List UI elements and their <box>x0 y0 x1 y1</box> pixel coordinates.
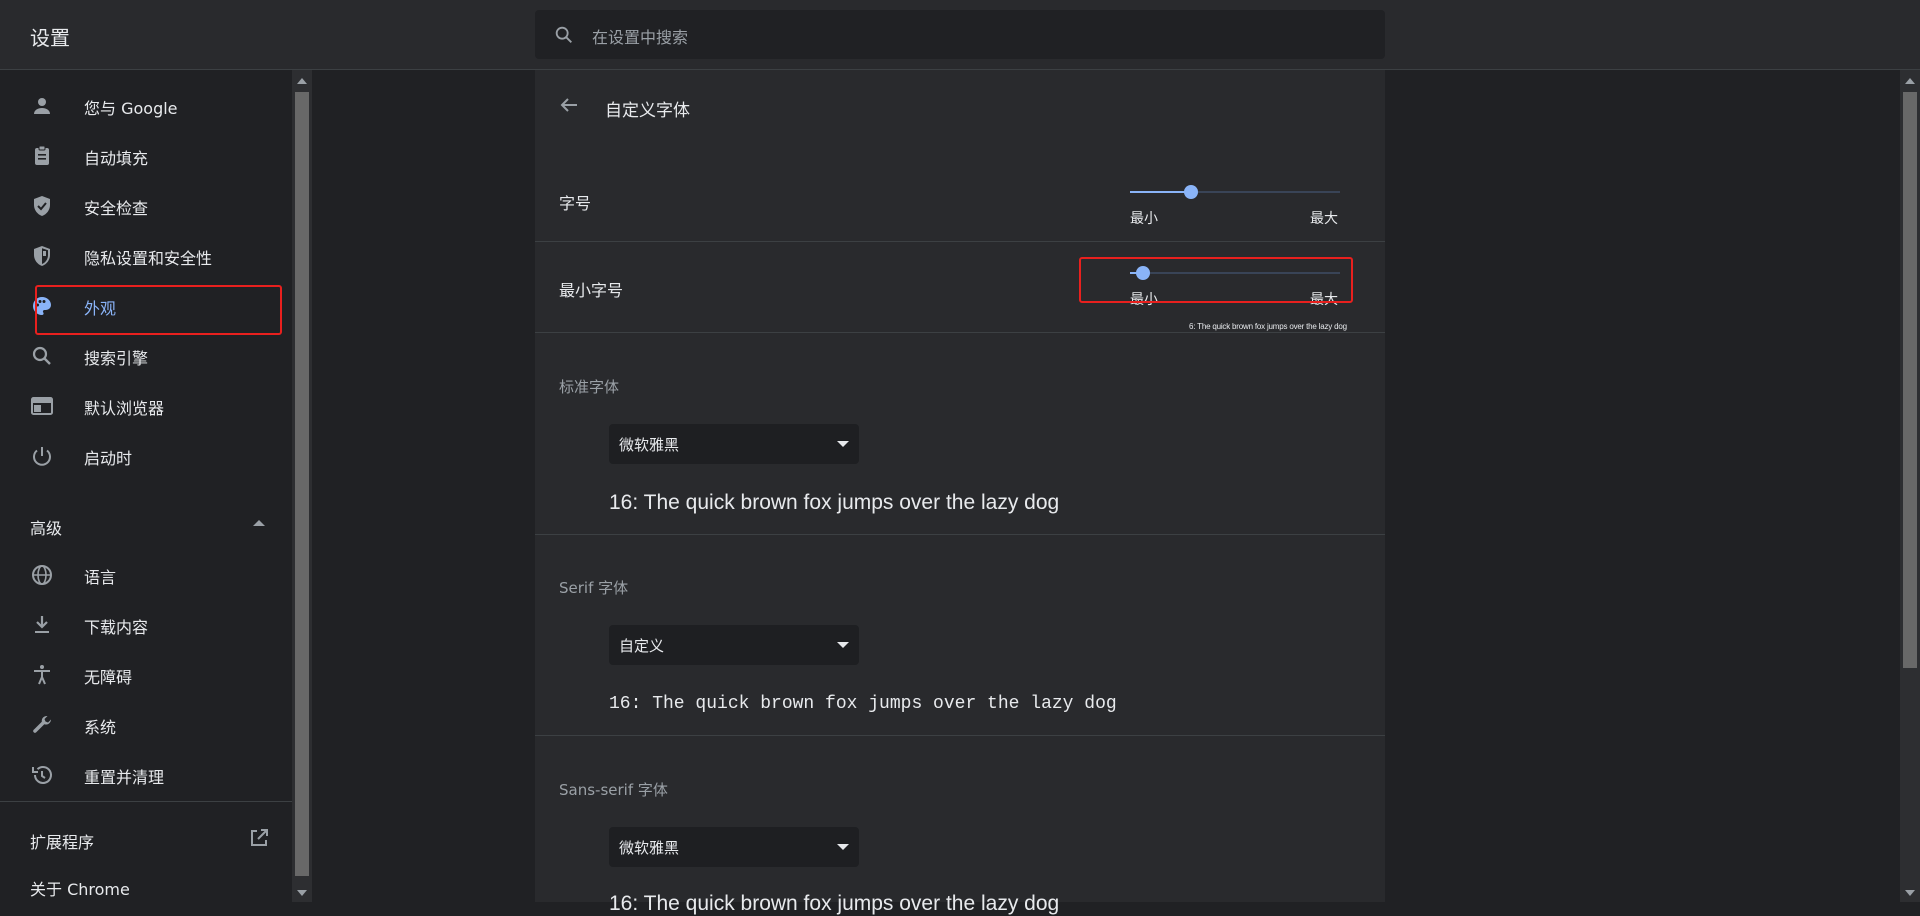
shield-check-icon <box>34 196 50 216</box>
sidebar-item-privacy[interactable]: 隐私设置和安全性 <box>0 231 292 281</box>
sidebar-item-label: 语言 <box>84 568 117 587</box>
serif-font-label: Serif 字体 <box>559 579 629 597</box>
standard-font-select[interactable]: 微软雅黑 <box>609 424 859 464</box>
search-icon <box>32 346 51 365</box>
sidebar-item-label: 默认浏览器 <box>84 399 165 418</box>
top-bar: 设置 在设置中搜索 <box>0 0 1920 70</box>
slider-knob[interactable] <box>1184 185 1198 199</box>
scroll-down-arrow-icon[interactable] <box>1905 890 1915 896</box>
dropdown-arrow-icon <box>837 441 849 447</box>
sidebar-item-label: 启动时 <box>84 449 133 468</box>
back-arrow-icon[interactable] <box>557 93 581 117</box>
wrench-icon <box>33 715 51 733</box>
sidebar-item-you-and-google[interactable]: 您与 Google <box>0 81 292 131</box>
person-icon <box>34 98 50 114</box>
sidebar-item-label: 重置并清理 <box>84 768 165 787</box>
power-icon <box>33 447 51 466</box>
sidebar-item-label: 隐私设置和安全性 <box>84 249 213 268</box>
sidebar-item-safety-check[interactable]: 安全检查 <box>0 181 292 231</box>
sans-serif-font-sample: 16: The quick brown fox jumps over the l… <box>609 892 1060 915</box>
accessibility-icon <box>34 665 50 685</box>
min-font-size-label: 最小字号 <box>559 281 624 300</box>
sidebar-item-default-browser[interactable]: 默认浏览器 <box>0 381 292 431</box>
card-header: 自定义字体 <box>535 70 1385 140</box>
sidebar-item-label: 关于 Chrome <box>30 880 130 899</box>
sidebar: 您与 Google 自动填充 安全检查 隐私设置和安全性 外观 搜索引擎 默认浏… <box>0 70 292 902</box>
clipboard-icon <box>35 145 49 165</box>
main-scroll-thumb[interactable] <box>1903 92 1917 668</box>
search-placeholder[interactable]: 在设置中搜索 <box>592 24 688 48</box>
app-title: 设置 <box>30 26 70 50</box>
chevron-up-icon <box>253 520 265 526</box>
row-divider <box>535 534 1385 535</box>
sidebar-item-label: 安全检查 <box>84 199 149 218</box>
sidebar-item-accessibility[interactable]: 无障碍 <box>0 650 292 700</box>
sidebar-item-downloads[interactable]: 下载内容 <box>0 600 292 650</box>
standard-font-sample: 16: The quick brown fox jumps over the l… <box>609 491 1060 514</box>
advanced-section-toggle[interactable]: 高级 <box>0 500 292 550</box>
sidebar-item-languages[interactable]: 语言 <box>0 550 292 600</box>
advanced-label: 高级 <box>30 519 63 538</box>
highlight-box <box>35 285 282 335</box>
min-font-sample: 6: The quick brown fox jumps over the la… <box>1189 322 1347 331</box>
sidebar-item-extensions[interactable]: 扩展程序 <box>0 816 292 862</box>
sidebar-item-reset[interactable]: 重置并清理 <box>0 750 292 800</box>
serif-font-sample: 16: The quick brown fox jumps over the l… <box>609 694 1117 714</box>
globe-icon <box>32 565 52 585</box>
scroll-down-arrow-icon[interactable] <box>297 890 307 896</box>
sidebar-item-label: 搜索引擎 <box>84 349 149 368</box>
standard-font-label: 标准字体 <box>559 378 620 396</box>
font-size-label: 字号 <box>559 194 592 213</box>
shield-half-icon <box>34 246 50 266</box>
serif-font-select[interactable]: 自定义 <box>609 625 859 665</box>
scroll-up-arrow-icon[interactable] <box>1905 78 1915 84</box>
sidebar-item-label: 系统 <box>84 718 117 737</box>
slider-max-label: 最大 <box>1310 211 1338 227</box>
main-scrollbar[interactable] <box>1900 70 1920 902</box>
sidebar-item-label: 您与 Google <box>84 99 178 118</box>
slider-min-label: 最小 <box>1130 211 1158 227</box>
sidebar-divider <box>0 801 292 802</box>
select-value: 微软雅黑 <box>619 839 680 857</box>
browser-icon <box>31 397 53 415</box>
sidebar-item-on-startup[interactable]: 启动时 <box>0 431 292 481</box>
row-divider <box>535 332 1385 333</box>
sidebar-item-search-engine[interactable]: 搜索引擎 <box>0 331 292 381</box>
scroll-up-arrow-icon[interactable] <box>297 78 307 84</box>
sans-serif-font-label: Sans-serif 字体 <box>559 781 668 799</box>
fonts-settings-card: 自定义字体 字号 最小 最大 最小字号 最小 最大 6: The quick b… <box>535 70 1385 915</box>
external-link-icon <box>251 829 268 846</box>
history-icon <box>32 766 52 784</box>
sidebar-item-label: 自动填充 <box>84 149 149 168</box>
sidebar-scrollbar[interactable] <box>292 70 312 902</box>
select-value: 自定义 <box>619 637 665 655</box>
sidebar-item-label: 下载内容 <box>84 618 149 637</box>
select-value: 微软雅黑 <box>619 436 680 454</box>
page-title: 自定义字体 <box>605 101 690 121</box>
download-icon <box>35 616 49 633</box>
sidebar-item-about-chrome[interactable]: 关于 Chrome <box>0 864 292 904</box>
row-divider <box>535 241 1385 242</box>
sidebar-item-system[interactable]: 系统 <box>0 700 292 750</box>
dropdown-arrow-icon <box>837 642 849 648</box>
sidebar-scroll-thumb[interactable] <box>295 92 309 876</box>
sidebar-item-autofill[interactable]: 自动填充 <box>0 131 292 181</box>
slider-fill <box>1130 191 1191 193</box>
font-size-slider[interactable] <box>1130 182 1340 202</box>
search-field[interactable]: 在设置中搜索 <box>535 10 1385 59</box>
dropdown-arrow-icon <box>837 844 849 850</box>
sans-serif-font-select[interactable]: 微软雅黑 <box>609 827 859 867</box>
highlight-box <box>1079 257 1353 303</box>
sidebar-item-label: 扩展程序 <box>30 833 95 852</box>
row-divider <box>535 735 1385 736</box>
sidebar-item-label: 无障碍 <box>84 668 133 687</box>
search-icon <box>555 26 572 43</box>
